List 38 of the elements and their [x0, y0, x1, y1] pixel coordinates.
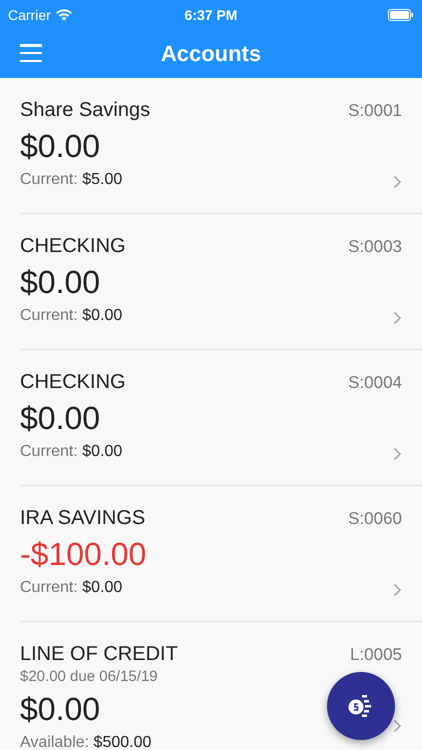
transfer-button[interactable] [327, 672, 395, 740]
menu-button[interactable] [20, 44, 42, 62]
account-row[interactable]: CHECKING $0.00 Current: $0.00 S:0003 [20, 214, 422, 350]
account-name: Share Savings [20, 99, 152, 122]
wifi-icon [56, 9, 72, 21]
account-row[interactable]: CHECKING $0.00 Current: $0.00 S:0004 [20, 350, 422, 486]
account-balance: -$100.00 [20, 536, 148, 573]
battery-icon [388, 9, 414, 21]
account-balance: $0.00 [20, 264, 102, 301]
account-name: CHECKING [20, 235, 127, 258]
account-number: L:0005 [350, 645, 402, 665]
chevron-right-icon [393, 175, 402, 189]
account-number: S:0003 [348, 237, 402, 257]
balance-detail: Current: $0.00 [20, 443, 124, 461]
account-number: S:0001 [348, 101, 402, 121]
balance-detail: Available: $500.00 [20, 734, 152, 750]
balance-detail: Current: $0.00 [20, 579, 124, 597]
balance-detail: Current: $0.00 [20, 307, 124, 325]
account-balance: $0.00 [20, 400, 102, 437]
account-name: LINE OF CREDIT [20, 643, 179, 666]
chevron-right-icon [393, 447, 402, 461]
account-row[interactable]: Share Savings $0.00 Current: $5.00 S:0001 [20, 78, 422, 214]
coins-icon [348, 695, 374, 717]
clock-time: 6:37 PM [184, 7, 238, 23]
account-name: IRA SAVINGS [20, 507, 146, 530]
due-text: $20.00 due 06/15/19 [20, 668, 159, 685]
account-balance: $0.00 [20, 691, 102, 728]
chevron-right-icon [393, 583, 402, 597]
page-title: Accounts [160, 41, 262, 67]
account-balance: $0.00 [20, 128, 102, 165]
account-row[interactable]: IRA SAVINGS -$100.00 Current: $0.00 S:0060 [20, 486, 422, 622]
account-name: CHECKING [20, 371, 127, 394]
balance-detail: Current: $5.00 [20, 171, 124, 189]
chevron-right-icon [393, 311, 402, 325]
carrier-label: Carrier [8, 7, 51, 23]
chevron-right-icon [393, 719, 402, 733]
account-number: S:0060 [348, 509, 402, 529]
account-number: S:0004 [348, 373, 402, 393]
